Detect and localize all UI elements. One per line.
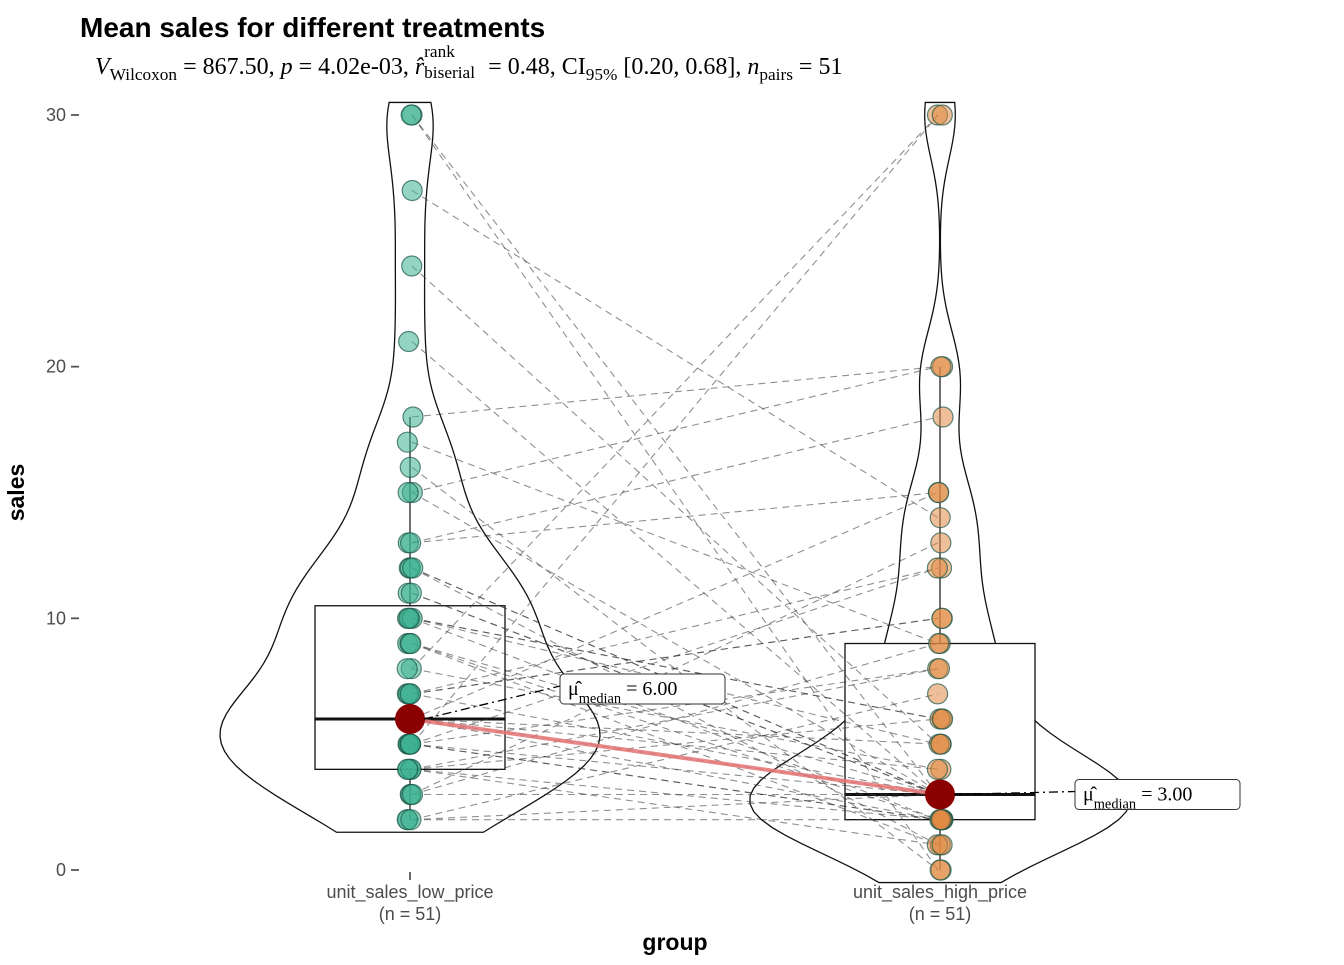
svg-text:10: 10 bbox=[46, 608, 66, 628]
svg-text:30: 30 bbox=[46, 105, 66, 125]
svg-text:unit_sales_low_price: unit_sales_low_price bbox=[326, 882, 493, 903]
svg-text:20: 20 bbox=[46, 357, 66, 377]
chart-subtitle: VWilcoxon = 867.50, p = 4.02e-03, r̂rank… bbox=[95, 54, 842, 85]
chart-title: Mean sales for different treatments bbox=[80, 12, 545, 44]
plot-svg: 0102030salesunit_sales_low_price(n = 51)… bbox=[0, 0, 1344, 960]
svg-text:unit_sales_high_price: unit_sales_high_price bbox=[853, 882, 1027, 903]
svg-text:(n = 51): (n = 51) bbox=[379, 904, 442, 924]
svg-text:(n = 51): (n = 51) bbox=[909, 904, 972, 924]
chart-container: Mean sales for different treatments VWil… bbox=[0, 0, 1344, 960]
svg-text:0: 0 bbox=[56, 860, 66, 880]
svg-text:group: group bbox=[642, 929, 707, 955]
svg-text:sales: sales bbox=[3, 464, 29, 522]
